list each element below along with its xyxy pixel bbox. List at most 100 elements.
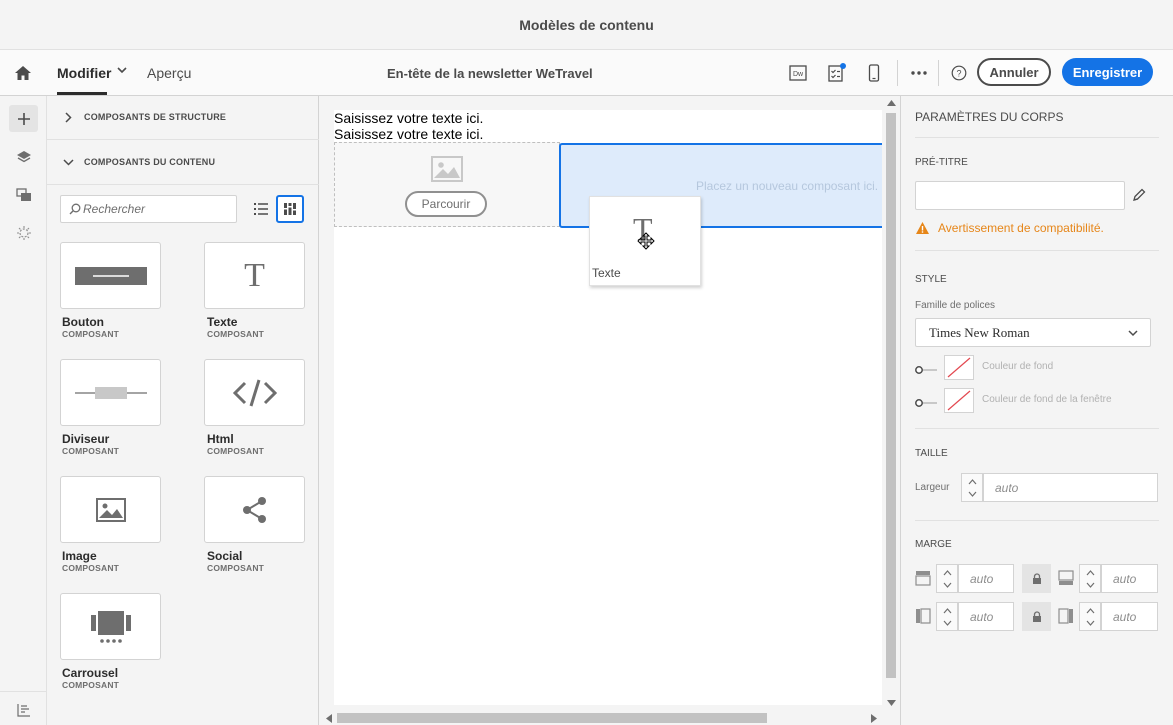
help-icon[interactable]: ? [948,62,970,84]
lock-icon[interactable] [1022,564,1051,593]
margin-top-stepper[interactable] [936,564,958,593]
tile-sub: COMPOSANT [62,680,120,690]
browse-button[interactable]: Parcourir [405,191,487,217]
cancel-button[interactable]: Annuler [977,58,1051,86]
window-bg-color-label: Couleur de fond de la fenêtre [982,394,1112,405]
structure-components-header[interactable]: COMPOSANTS DE STRUCTURE [61,107,226,127]
tile-label: Texte [207,315,238,329]
bg-color-label: Couleur de fond [982,361,1054,372]
margin-right-icon [1058,608,1074,624]
editor-canvas-area: Saisissez votre texte ici. Saisissez vot… [320,96,900,725]
save-button[interactable]: Enregistrer [1062,58,1153,86]
panel-divider [915,428,1159,429]
horizontal-scrollbar[interactable] [320,710,883,725]
tile-sub: COMPOSANT [62,446,120,456]
warning-icon [916,222,929,234]
width-stepper[interactable] [961,473,983,502]
scrollbar-thumb[interactable] [337,713,767,723]
component-tile-social[interactable] [204,476,305,543]
text-block[interactable]: Saisissez votre texte ici. [334,126,483,142]
section-divider [47,184,319,185]
content-components-header[interactable]: COMPOSANTS DU CONTENU [61,152,215,172]
carousel-icon [90,610,131,643]
width-input[interactable]: auto [983,473,1158,502]
list-view-button[interactable] [247,195,275,223]
margin-left-input[interactable]: auto [958,602,1014,631]
email-canvas[interactable]: Saisissez votre texte ici. Saisissez vot… [334,110,882,705]
dreamweaver-icon[interactable]: Dw [787,62,809,84]
font-family-select[interactable]: Times New Roman [915,318,1151,347]
fragments-icon[interactable] [9,219,38,246]
pretitle-input[interactable] [915,181,1125,210]
checklist-icon[interactable] [825,62,847,84]
chevron-down-icon [1128,330,1138,337]
bg-color-toggle[interactable] [915,362,937,374]
add-icon[interactable] [9,105,38,132]
tab-apercu[interactable]: Aperçu [147,50,191,96]
assets-icon[interactable] [9,181,38,208]
chevron-down-icon[interactable] [117,47,127,93]
tile-label: Image [62,549,97,563]
dragged-component[interactable]: T Texte [589,196,701,286]
compatibility-warning[interactable]: Avertissement de compatibilité. [915,221,1104,235]
scroll-left-icon [326,714,332,723]
tile-sub: COMPOSANT [207,563,265,573]
bg-color-swatch[interactable] [944,355,974,380]
window-bg-color-toggle[interactable] [915,395,937,407]
properties-panel: PARAMÈTRES DU CORPS PRÉ-TITRE Avertissem… [900,96,1173,725]
margin-header: MARGE [915,539,952,550]
margin-top-icon [915,570,931,586]
code-icon [232,379,277,406]
margin-bottom-input[interactable]: auto [1101,564,1158,593]
margin-left-stepper[interactable] [936,602,958,631]
document-title: En-tête de la newsletter WeTravel [387,65,593,81]
search-input[interactable]: Rechercher [60,195,237,223]
scrollbar-thumb[interactable] [886,113,896,678]
margin-right-input[interactable]: auto [1101,602,1158,631]
grid-view-button[interactable] [276,195,304,223]
margin-top-input[interactable]: auto [958,564,1014,593]
vertical-scrollbar[interactable] [883,96,900,711]
home-icon[interactable] [12,50,34,96]
component-tile-bouton[interactable] [60,242,161,309]
component-tile-diviseur[interactable] [60,359,161,426]
section-divider [47,139,319,140]
component-tile-texte[interactable]: T [204,242,305,309]
image-icon [431,156,463,182]
component-tile-image[interactable] [60,476,161,543]
tile-sub: COMPOSANT [207,329,265,339]
search-icon [69,203,81,215]
mobile-preview-icon[interactable] [863,62,885,84]
button-icon [74,266,147,285]
content-header-label: COMPOSANTS DU CONTENU [84,157,216,167]
tile-label: Social [207,549,243,563]
scroll-down-icon [887,700,896,706]
tile-sub: COMPOSANT [207,446,265,456]
layers-icon[interactable] [9,143,38,170]
lock-icon[interactable] [1022,602,1051,631]
pretitle-header: PRÉ-TITRE [915,157,968,168]
tab-modifier[interactable]: Modifier [57,50,111,96]
more-icon[interactable] [908,62,930,84]
structure-header-label: COMPOSANTS DE STRUCTURE [84,112,227,122]
settings-icon[interactable] [9,696,38,723]
dragged-label: Texte [592,266,621,280]
margin-bottom-stepper[interactable] [1079,564,1101,593]
margin-right-stepper[interactable] [1079,602,1101,631]
left-rail [0,96,47,725]
edit-pencil-icon[interactable] [1132,188,1146,207]
search-placeholder: Rechercher [83,202,146,216]
component-tile-carrousel[interactable] [60,593,161,660]
text-block[interactable]: Saisissez votre texte ici. [334,110,483,126]
drop-hint: Placez un nouveau composant ici. [696,179,879,193]
panel-divider [915,137,1159,138]
image-placeholder[interactable]: Parcourir [334,142,560,227]
components-panel: COMPOSANTS DE STRUCTURE COMPOSANTS DU CO… [47,96,319,725]
margin-bottom-icon [1058,570,1074,586]
chevron-right-icon [61,111,75,123]
component-tile-html[interactable] [204,359,305,426]
tile-sub: COMPOSANT [62,563,120,573]
tile-label: Html [207,432,234,446]
window-bg-color-swatch[interactable] [944,388,974,413]
move-cursor-icon [637,232,655,250]
